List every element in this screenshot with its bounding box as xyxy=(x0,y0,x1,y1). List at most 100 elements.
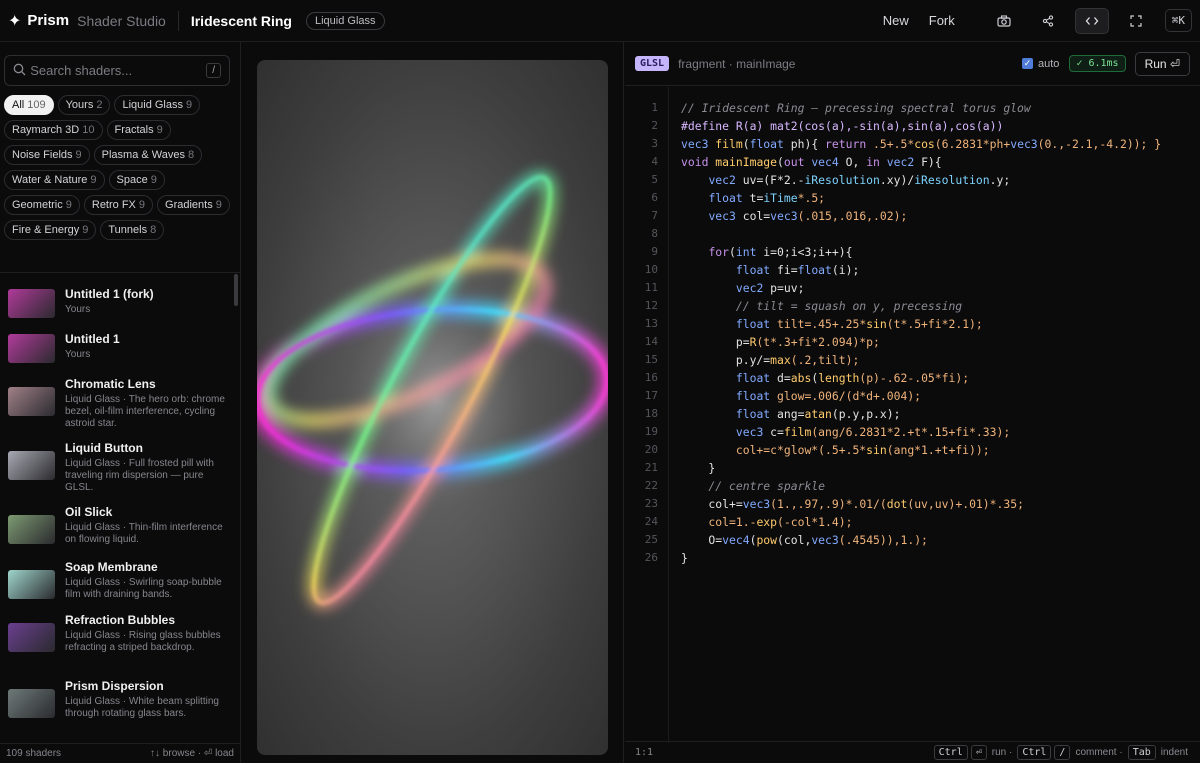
code-token: t= xyxy=(742,191,764,205)
filter-chip-label: Liquid Glass xyxy=(122,99,183,111)
search-box[interactable]: / xyxy=(4,55,230,86)
filter-chip[interactable]: Fractals 9 xyxy=(106,120,171,140)
shader-list-item[interactable]: Soap Membrane Liquid Glass · Swirling soa… xyxy=(0,560,232,616)
code-line[interactable]: for(int i=0;i<3;i++){ xyxy=(681,243,852,261)
brand[interactable]: ✦ Prism Shader Studio xyxy=(8,11,166,31)
shader-list-item[interactable]: Refraction Bubbles Liquid Glass · Rising … xyxy=(0,613,232,669)
search-shortcut-badge: / xyxy=(206,63,221,78)
shader-list[interactable]: Untitled 1 (fork) Yours Untitled 1 Yours Chr… xyxy=(0,274,240,736)
filter-chip[interactable]: Water & Nature 9 xyxy=(4,170,105,190)
shader-list-item[interactable]: Chromatic Lens Liquid Glass · The hero or… xyxy=(0,377,232,433)
key-cap: Ctrl xyxy=(1017,745,1052,760)
shader-list-item[interactable]: Oil Slick Liquid Glass · Thin-film interf… xyxy=(0,505,232,561)
code-line[interactable]: float fi=float(i); xyxy=(681,261,859,279)
shader-list-item[interactable]: Prism Dispersion Liquid Glass · White bea… xyxy=(0,679,232,735)
shader-item-text: Oil Slick Liquid Glass · Thin-film interf… xyxy=(65,505,230,546)
auto-compile-checkbox[interactable]: ✓ xyxy=(1022,58,1034,69)
code-token: ang= xyxy=(770,407,805,421)
line-number: 13 xyxy=(644,317,658,330)
key-cap: Tab xyxy=(1127,745,1156,760)
filter-chip[interactable]: Liquid Glass 9 xyxy=(114,95,201,115)
code-line[interactable]: } xyxy=(681,459,715,477)
code-line[interactable]: vec2 p=uv; xyxy=(681,279,805,297)
code-line[interactable]: col+=c*glow*(.5+.5*sin(ang*1.+t+fi)); xyxy=(681,441,990,459)
shader-item-description: Liquid Glass · Rising glass bubbles refr… xyxy=(65,630,221,653)
code-token: sin xyxy=(866,317,887,331)
code-token: ph){ xyxy=(783,137,826,151)
filter-chip[interactable]: All 109 xyxy=(4,95,54,115)
code-line[interactable]: vec3 film(float ph){ return .5+.5*cos(6.… xyxy=(681,135,1161,153)
code-token: (t*.5+fi*2.1); xyxy=(886,317,983,331)
filter-chip[interactable]: Raymarch 3D 10 xyxy=(4,120,103,140)
filter-chip[interactable]: Geometric 9 xyxy=(4,195,80,215)
run-button[interactable]: Run ⏎ xyxy=(1134,51,1190,76)
shader-preview-canvas[interactable] xyxy=(257,60,608,755)
code-line[interactable]: O=vec4(pow(col,vec3(.4545)),1.); xyxy=(681,531,928,549)
shader-item-text: Chromatic Lens Liquid Glass · The hero or… xyxy=(65,377,230,430)
code-token: #define R(a) mat2(cos(a),-sin(a),sin(a),… xyxy=(681,119,1004,133)
code-line[interactable]: col+=vec3(1.,.97,.9)*.01/(dot(uv,uv)+.01… xyxy=(681,495,1024,513)
code-area[interactable]: 1 2 3 4 5 6 7 8 9 10 11 12 13 14 15 16 17 18 19 20 21 22 23 24 2… xyxy=(625,87,1200,743)
filter-chip[interactable]: Plasma & Waves 8 xyxy=(93,145,203,165)
filter-chip[interactable]: Yours 2 xyxy=(57,95,111,115)
filter-chip[interactable]: Space 9 xyxy=(108,170,165,190)
code-token: length xyxy=(818,371,860,385)
shader-title[interactable]: Iridescent Ring xyxy=(191,13,292,29)
code-token: vec3 xyxy=(742,497,771,511)
code-line[interactable]: // tilt = squash on y, precessing xyxy=(681,297,962,315)
code-token: sin xyxy=(866,443,887,457)
code-line[interactable]: col=1.-exp(-col*1.4); xyxy=(681,513,852,531)
code-line[interactable]: float ang=atan(p.y,p.x); xyxy=(681,405,901,423)
iridescent-ring-render xyxy=(257,171,608,609)
code-line[interactable]: } xyxy=(681,549,688,567)
code-line[interactable]: vec3 c=film(ang/6.2831*2.+t*.15+fi*.33); xyxy=(681,423,1010,441)
code-line[interactable]: vec3 col=vec3(.015,.016,.02); xyxy=(681,207,907,225)
line-number: 20 xyxy=(644,443,658,456)
code-token: float xyxy=(735,371,771,385)
new-button[interactable]: New xyxy=(873,7,919,34)
code-line[interactable]: float d=abs(length(p)-.62-.05*fi); xyxy=(681,369,969,387)
auto-label[interactable]: auto xyxy=(1038,58,1059,70)
code-token: vec3 xyxy=(735,425,764,439)
search-input[interactable] xyxy=(30,63,207,78)
code-line[interactable]: // Iridescent Ring — precessing spectral… xyxy=(681,99,1031,117)
command-palette-button[interactable]: ⌘K xyxy=(1164,9,1192,32)
app-subtitle: Shader Studio xyxy=(77,12,166,29)
code-line[interactable]: #define R(a) mat2(cos(a),-sin(a),sin(a),… xyxy=(681,117,1003,135)
code-token: void xyxy=(681,155,709,169)
filter-chip[interactable]: Retro FX 9 xyxy=(83,195,154,215)
filter-chip[interactable]: Tunnels 8 xyxy=(100,220,165,240)
shader-list-scrollbar[interactable] xyxy=(234,274,238,306)
code-token: vec4 xyxy=(811,155,839,169)
code-token: vec3 xyxy=(1010,137,1038,151)
code-line[interactable]: float glow=.006/(d*d+.004); xyxy=(681,387,921,405)
code-line[interactable]: // centre sparkle xyxy=(681,477,825,495)
shader-thumbnail xyxy=(8,451,55,480)
filter-chip-count: 9 xyxy=(65,199,72,211)
filter-chip[interactable]: Noise Fields 9 xyxy=(4,145,90,165)
code-line[interactable]: float tilt=.45+.25*sin(t*.5+fi*2.1); xyxy=(681,315,983,333)
code-line[interactable]: void mainImage(out vec4 O, in vec2 F){ xyxy=(681,153,942,171)
code-line[interactable]: vec2 uv=(F*2.-iResolution.xy)/iResolutio… xyxy=(681,171,1010,189)
line-number: 23 xyxy=(644,497,658,510)
code-icon[interactable] xyxy=(1074,7,1109,34)
shader-list-item[interactable]: Liquid Button Liquid Glass · Full frosted… xyxy=(0,441,232,497)
code-line[interactable]: float t=iTime*.5; xyxy=(681,189,825,207)
shader-thumbnail xyxy=(8,623,55,652)
filter-chip[interactable]: Gradients 9 xyxy=(157,195,230,215)
code-token: p= xyxy=(681,335,750,349)
code-line[interactable]: p=R(t*.3+fi*2.094)*p; xyxy=(681,333,880,351)
filter-chip[interactable]: Fire & Energy 9 xyxy=(4,220,97,240)
camera-icon[interactable] xyxy=(987,8,1021,34)
code-token: // tilt = squash on y, precessing xyxy=(681,299,963,313)
fork-button[interactable]: Fork xyxy=(919,7,965,34)
shader-count: 109 shaders xyxy=(6,748,62,759)
code-token: dot xyxy=(886,497,908,511)
code-line[interactable]: p.y/=max(.2,tilt); xyxy=(681,351,859,369)
shader-item-title: Prism Dispersion xyxy=(65,679,164,693)
share-icon[interactable] xyxy=(1031,8,1065,34)
fullscreen-icon[interactable] xyxy=(1119,8,1153,34)
code-token: iTime xyxy=(763,191,798,205)
